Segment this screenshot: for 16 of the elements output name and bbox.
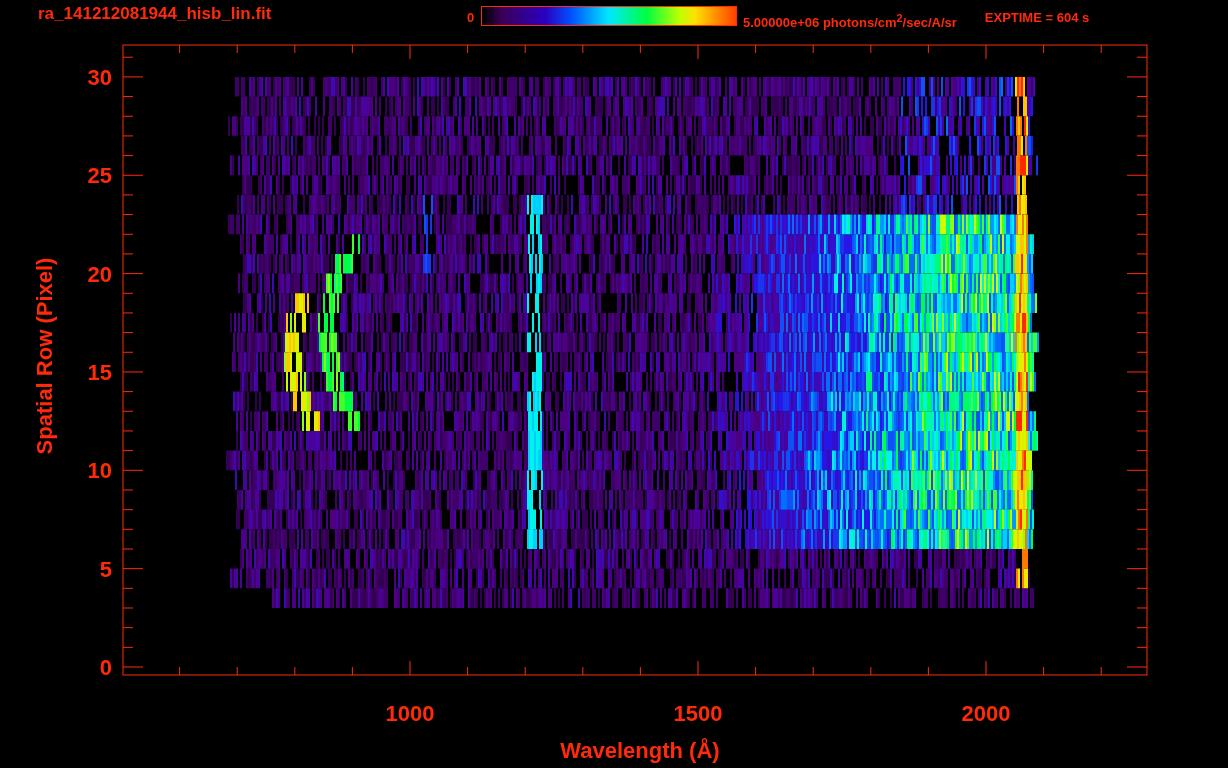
exposure-time: EXPTIME = 604 s [984, 9, 1090, 27]
y-tick-label: 0 [99, 655, 112, 680]
y-tick-label: 30 [87, 64, 112, 90]
colorbar-max-label: 5.00000e+06 photons/cm$^{2}$/sec/A/sr [743, 11, 957, 33]
x-axis-title: Wavelength (Å) [560, 738, 720, 763]
y-axis-title: Spatial Row (Pixel) [32, 257, 57, 455]
y-tick-label: 25 [87, 163, 112, 189]
y-tick-label: 20 [87, 261, 112, 287]
x-tick-label: 1000 [385, 701, 435, 726]
y-tick-label: 10 [87, 458, 112, 484]
y-tick-label: 15 [87, 359, 112, 385]
colorbar-min-label: 0 [467, 9, 476, 27]
x-tick-label: 2000 [961, 701, 1011, 726]
x-tick-label: 1500 [673, 701, 723, 726]
file-title: ra_141212081944_hisb_lin.fit [38, 4, 273, 24]
y-tick-label: 5 [99, 556, 112, 582]
